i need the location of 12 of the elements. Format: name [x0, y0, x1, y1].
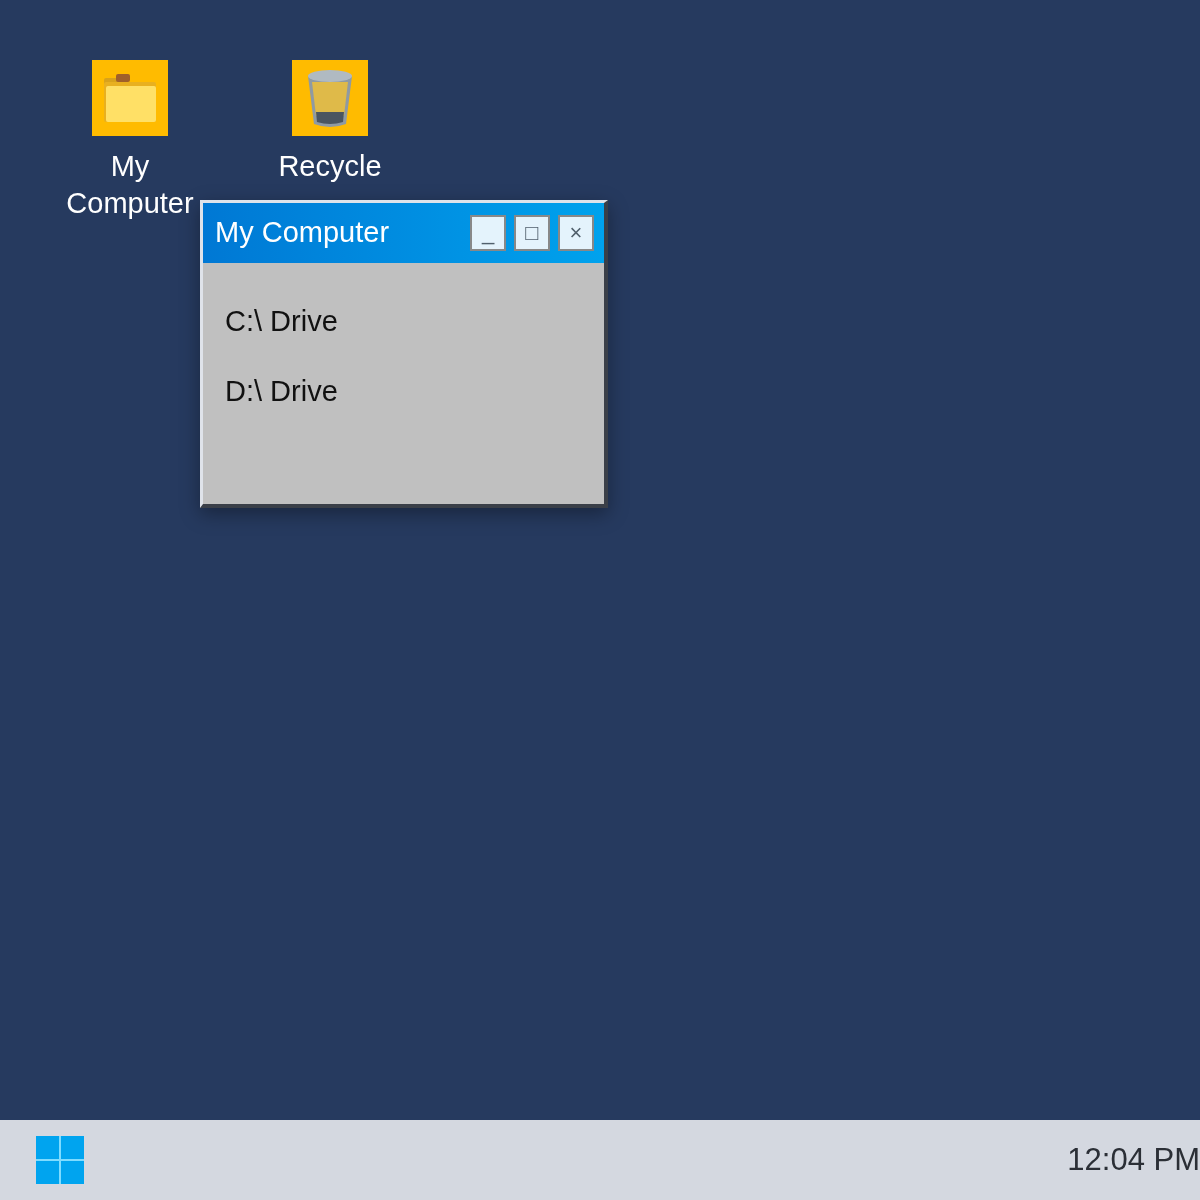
icon-label: Recycle [277, 149, 383, 184]
folder-icon[interactable] [92, 60, 168, 136]
icon-label: My Computer [65, 149, 195, 221]
trash-bin-icon[interactable] [292, 60, 368, 136]
drive-item[interactable]: D:\ Drive [225, 373, 582, 409]
close-button[interactable]: × [558, 215, 594, 251]
maximize-button[interactable]: □ [514, 215, 550, 251]
clock: 12:04 PM [1067, 1140, 1200, 1179]
drive-item[interactable]: C:\ Drive [225, 303, 582, 339]
minimize-button[interactable]: _ [470, 215, 506, 251]
window-title: My Computer [215, 215, 391, 251]
start-button[interactable] [36, 1136, 84, 1184]
